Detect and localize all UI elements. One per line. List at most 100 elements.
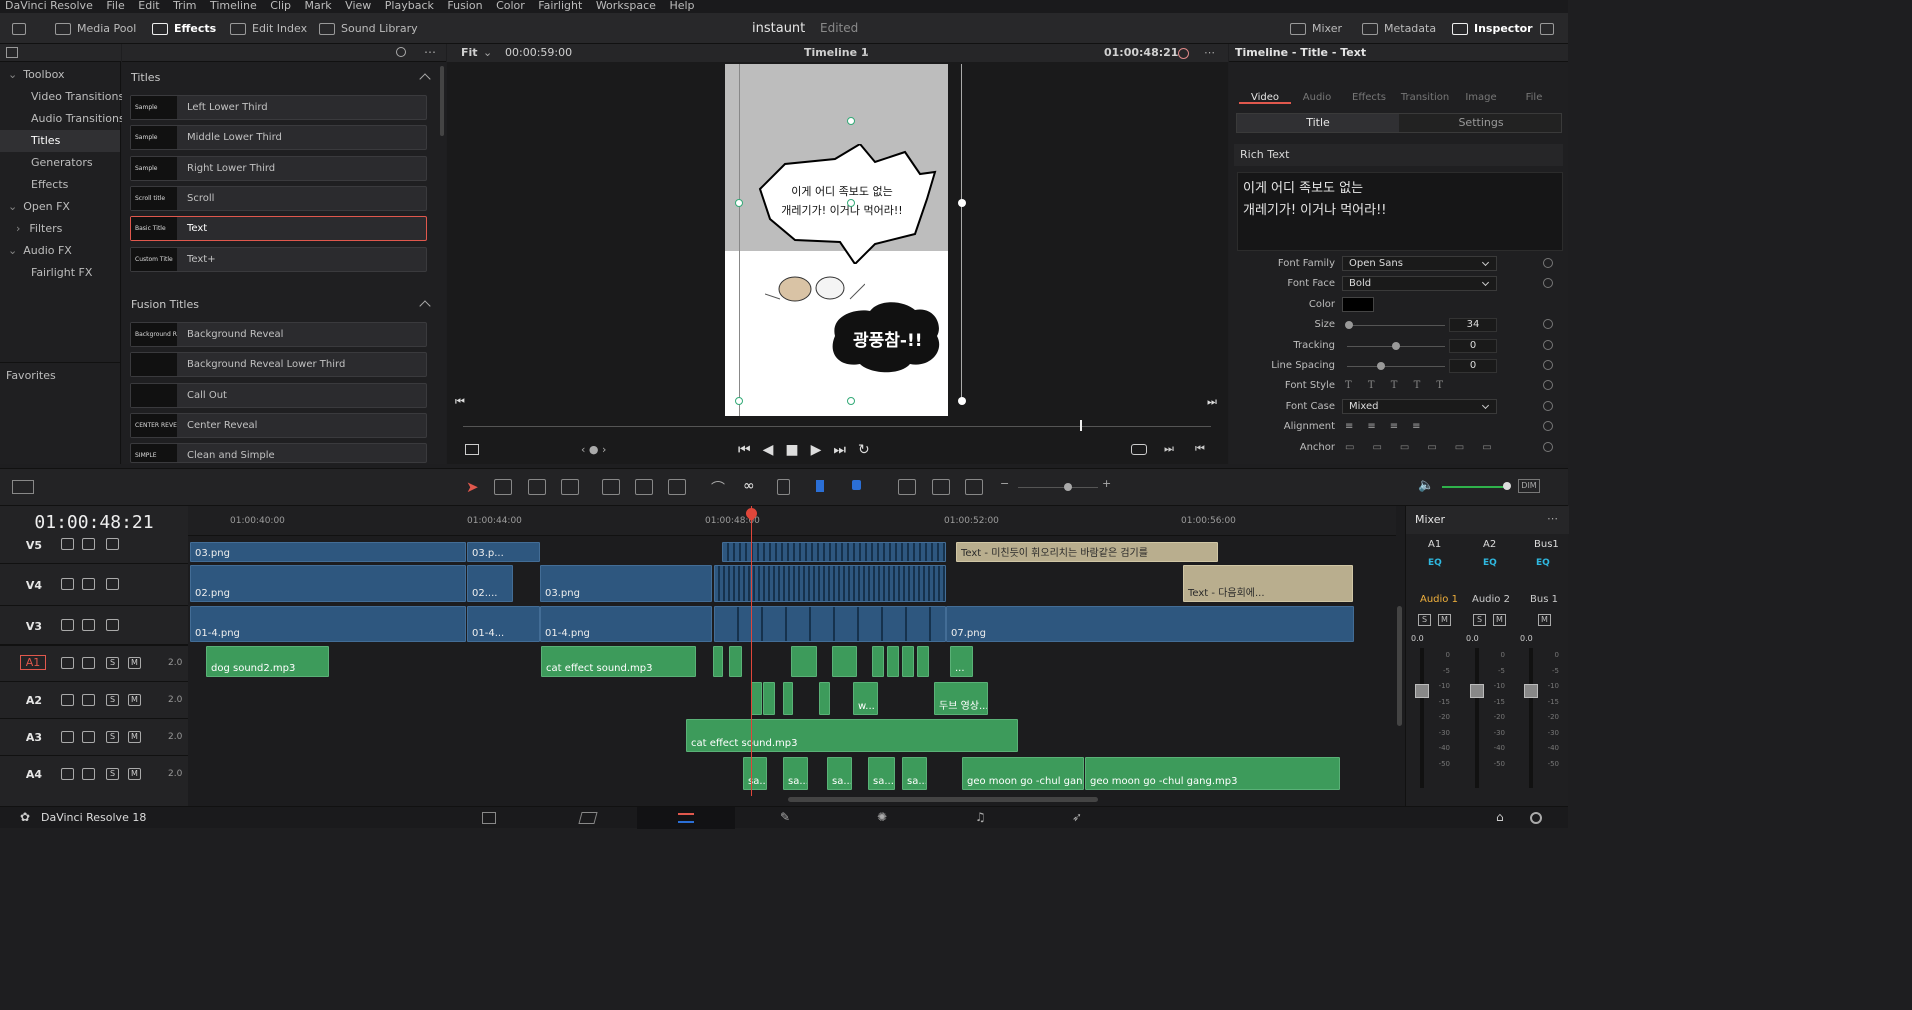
clip-a4-sa[interactable]: sa... — [783, 757, 808, 790]
deliver-page-icon[interactable]: ➶ — [1072, 810, 1082, 824]
auto-select-icon[interactable] — [82, 768, 95, 780]
menu-timeline[interactable]: Timeline — [210, 0, 257, 12]
metadata-button[interactable]: Metadata — [1362, 13, 1436, 44]
tab-audio[interactable]: Audio — [1291, 68, 1343, 103]
lock-icon[interactable] — [777, 479, 790, 495]
auto-select-icon[interactable] — [82, 538, 95, 550]
tree-filters[interactable]: › Filters — [0, 218, 120, 240]
clip-v4-sequence[interactable] — [714, 565, 946, 602]
clip-a4-sa[interactable]: sa... — [743, 757, 767, 790]
scrubber-bar[interactable] — [463, 426, 1211, 427]
clip-a1-short[interactable] — [729, 646, 742, 677]
clip-a2-short[interactable] — [783, 682, 793, 715]
lock-icon[interactable] — [61, 731, 74, 743]
tree-open-fx[interactable]: ⌄ Open FX — [0, 196, 120, 218]
transform-handle[interactable] — [847, 199, 855, 207]
clip-a3-cat-effect[interactable]: cat effect sound.mp3 — [686, 719, 1018, 752]
zoom-detail-icon[interactable] — [932, 479, 950, 495]
color-picker-icon[interactable] — [1178, 48, 1189, 59]
mute-button[interactable]: M — [128, 768, 141, 780]
fader-track[interactable] — [1420, 648, 1424, 788]
solo-button[interactable]: S — [106, 694, 119, 706]
menu-fairlight[interactable]: Fairlight — [538, 0, 582, 12]
menu-app[interactable]: DaVinci Resolve — [5, 0, 93, 12]
line-spacing-input[interactable]: 0 — [1449, 359, 1497, 373]
fusion-page-icon[interactable]: ✎ — [780, 810, 790, 824]
timeline-selector[interactable]: Timeline 1 — [804, 44, 869, 62]
lock-icon[interactable] — [61, 657, 74, 669]
subtab-title[interactable]: Title — [1237, 114, 1399, 132]
clip-a1-short[interactable] — [917, 646, 929, 677]
clip-v4-03[interactable]: 03.png — [540, 565, 712, 602]
clip-v5-sequence[interactable] — [722, 542, 946, 562]
timeline-vertical-scrollbar[interactable] — [1397, 606, 1402, 726]
menu-mark[interactable]: Mark — [305, 0, 332, 12]
clip-a1-short[interactable] — [872, 646, 884, 677]
tree-toolbox[interactable]: ⌄ Toolbox — [0, 64, 120, 86]
font-case-dropdown[interactable]: Mixed — [1342, 399, 1497, 414]
auto-select-icon[interactable] — [82, 619, 95, 631]
fusion-clean-and-simple[interactable]: SIMPLE Clean and Simple — [130, 443, 427, 463]
title-scroll[interactable]: Scroll title Scroll — [130, 186, 427, 211]
replace-clip-icon[interactable] — [668, 479, 686, 495]
title-text[interactable]: Basic Title Text — [130, 216, 427, 241]
flag-icon[interactable] — [816, 480, 824, 492]
eq-button[interactable]: EQ — [1428, 558, 1442, 568]
title-text-plus[interactable]: Custom Title Text+ — [130, 247, 427, 272]
font-face-dropdown[interactable]: Bold — [1342, 276, 1497, 291]
tab-transition[interactable]: Transition — [1395, 68, 1455, 103]
reset-icon[interactable] — [1543, 421, 1553, 431]
loop-icon[interactable] — [1131, 444, 1147, 455]
tab-file[interactable]: File — [1508, 68, 1560, 103]
clip-v3-01-4-short[interactable]: 01-4... — [467, 606, 540, 642]
next-edit-icon[interactable]: ⏭ — [1164, 442, 1174, 456]
size-slider-knob[interactable] — [1344, 321, 1353, 329]
zoom-slider[interactable] — [1018, 487, 1098, 488]
solo-button[interactable]: S — [106, 768, 119, 780]
tab-video[interactable]: Video — [1239, 68, 1291, 104]
menu-file[interactable]: File — [106, 0, 124, 12]
dynamic-trim-icon[interactable] — [528, 479, 546, 495]
fader-track[interactable] — [1475, 648, 1479, 788]
home-icon[interactable]: ⌂ — [1496, 810, 1504, 824]
clip-v5-03[interactable]: 03.png — [190, 542, 466, 562]
zoom-slider-knob[interactable] — [1064, 483, 1072, 491]
clip-v3-01-4[interactable]: 01-4.png — [190, 606, 466, 642]
fader-knob[interactable] — [1415, 684, 1429, 698]
layout-toggle-icon[interactable] — [12, 480, 34, 494]
mute-button[interactable]: M — [1538, 614, 1551, 626]
clip-a1-dog-sound[interactable]: dog sound2.mp3 — [206, 646, 329, 677]
tree-audio-transitions[interactable]: Audio Transitions — [0, 108, 125, 130]
clip-v5-03-short[interactable]: 03.p... — [467, 542, 540, 562]
reset-icon[interactable] — [1543, 401, 1553, 411]
clip-a1-short[interactable] — [713, 646, 723, 677]
menu-help[interactable]: Help — [669, 0, 694, 12]
master-volume-slider[interactable] — [1442, 486, 1506, 488]
rich-text-input[interactable]: 이게 어디 족보도 없는 개레기가! 이거나 먹어라!! — [1237, 172, 1563, 251]
clip-a2-short[interactable] — [819, 682, 830, 715]
eq-button[interactable]: EQ — [1483, 558, 1497, 568]
line-spacing-slider[interactable] — [1347, 366, 1445, 367]
mixer-button[interactable]: Mixer — [1290, 13, 1342, 44]
clip-v5-text[interactable]: Text - 미친듯이 휘오리치는 바람같은 검기를 — [956, 542, 1218, 562]
snapping-icon[interactable]: ⌒ — [711, 478, 725, 498]
tree-titles[interactable]: Titles — [0, 130, 120, 152]
title-left-lower-third[interactable]: Sample Left Lower Third — [130, 95, 427, 120]
reset-icon[interactable] — [1543, 340, 1553, 350]
mute-button[interactable]: M — [128, 694, 141, 706]
transform-handle[interactable] — [847, 117, 855, 125]
tab-image[interactable]: Image — [1455, 68, 1507, 103]
transform-mode-icon[interactable] — [465, 444, 479, 455]
insert-clip-icon[interactable] — [602, 479, 620, 495]
auto-select-icon[interactable] — [82, 694, 95, 706]
zoom-full-icon[interactable] — [898, 479, 916, 495]
edit-page-icon[interactable] — [678, 813, 694, 823]
transform-handle[interactable] — [958, 199, 966, 207]
clip-a1-short[interactable] — [887, 646, 899, 677]
lock-icon[interactable] — [61, 694, 74, 706]
zoom-in-icon[interactable]: + — [1102, 477, 1111, 490]
clip-a1-cat-effect[interactable]: cat effect sound.mp3 — [541, 646, 696, 677]
anchor-buttons[interactable]: ▭▭▭▭▭▭ — [1345, 438, 1510, 458]
tab-effects[interactable]: Effects — [1343, 68, 1395, 103]
transform-handle[interactable] — [735, 199, 743, 207]
